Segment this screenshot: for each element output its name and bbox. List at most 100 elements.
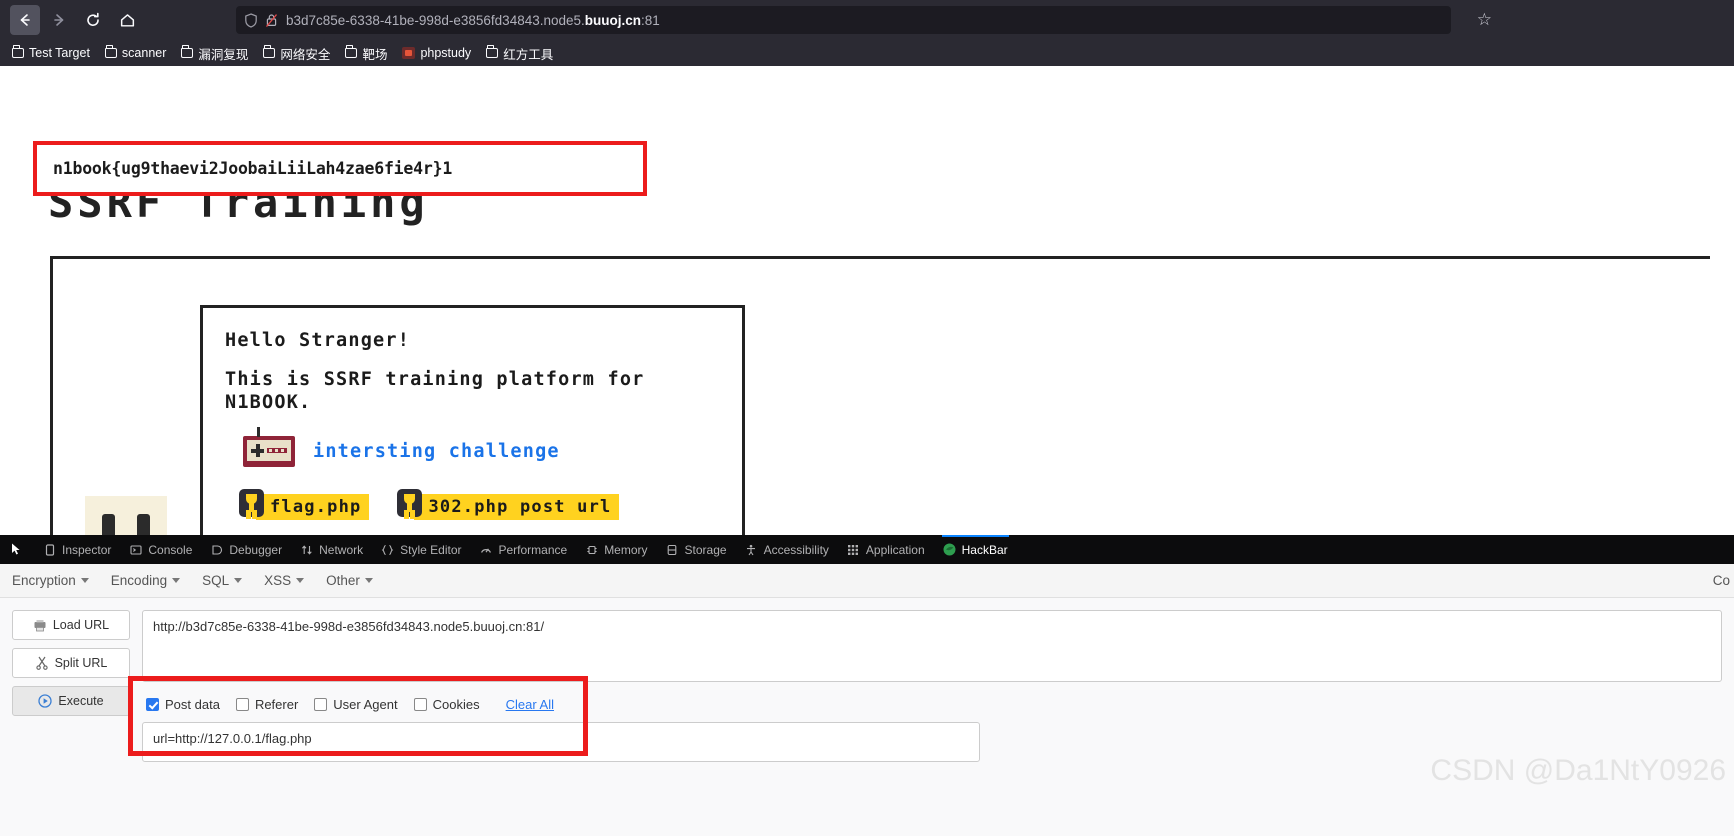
description-text: This is SSRF training platform for N1BOO… [225, 369, 645, 414]
button-label: Load URL [52, 618, 110, 632]
bookmark-label: 靶场 [362, 47, 388, 62]
tab-performance[interactable]: Performance [470, 535, 576, 564]
split-url-button[interactable]: Split URL [12, 648, 130, 678]
bookmark-item[interactable]: 红方工具 [480, 42, 559, 65]
tab-label: Console [148, 542, 193, 557]
url-input[interactable] [142, 610, 1722, 682]
clear-all-link[interactable]: Clear All [506, 697, 554, 712]
button-label: Split URL [54, 656, 108, 670]
button-label: Execute [58, 694, 104, 708]
tab-debugger[interactable]: Debugger [201, 535, 291, 564]
tab-style-editor[interactable]: Style Editor [372, 535, 470, 564]
bookmarks-bar: Test Target scanner 漏洞复现 网络安全 靶场 phpstud… [0, 40, 1734, 66]
menu-xss[interactable]: XSS [264, 573, 305, 588]
bookmark-label: 漏洞复现 [198, 47, 249, 62]
speech-bubble: Hello Stranger! This is SSRF training pl… [200, 305, 745, 535]
back-button[interactable] [10, 5, 40, 35]
bookmark-label: Test Target [29, 46, 90, 60]
checkbox-label: Post data [165, 697, 220, 712]
home-icon [120, 13, 134, 27]
tab-application[interactable]: Application [838, 535, 934, 564]
bookmark-item[interactable]: Test Target [6, 44, 96, 62]
url-prefix: b3d7c85e-6338-41be-998d-e3856fd34843.nod… [286, 12, 585, 28]
split-url-icon [35, 656, 49, 670]
bookmark-item[interactable]: phpstudy [396, 44, 477, 62]
post-data-checkbox[interactable]: Post data [146, 697, 220, 712]
folder-icon [345, 45, 358, 58]
post-data-input[interactable] [142, 722, 980, 762]
intersting-challenge-link[interactable]: intersting challenge [313, 441, 560, 462]
checkbox-box [413, 698, 427, 711]
bookmark-label: 红方工具 [503, 47, 554, 62]
hackbar-menubar: Encryption Encoding SQL XSS Other Co [0, 564, 1734, 598]
gamepad-icon [243, 427, 295, 468]
page-content: n1book{ug9thaevi2JoobaiLiiLah4zae6fie4r}… [0, 66, 1734, 535]
bookmark-item[interactable]: 靶场 [339, 42, 393, 65]
folder-icon [263, 45, 276, 58]
mascot-face [85, 496, 167, 535]
greeting-text: Hello Stranger! [225, 330, 411, 351]
302-php-link[interactable]: 302.php post url [414, 494, 620, 521]
tab-label: Network [319, 542, 364, 557]
tab-console[interactable]: Console [120, 535, 201, 564]
horizontal-divider [50, 256, 1710, 535]
challenge-link-row: intersting challenge [225, 427, 720, 468]
trophy-icon [239, 489, 264, 518]
home-button[interactable] [112, 5, 142, 35]
menu-encryption[interactable]: Encryption [12, 573, 89, 588]
hackbar-options-row: Post data Referer User Agent Cookies Cle… [142, 697, 1722, 712]
trophy-icon [397, 489, 423, 518]
checkbox-label: User Agent [333, 697, 398, 712]
tab-memory[interactable]: Memory [576, 535, 656, 564]
hackbar-body: Load URL Split URL Execute Post data [0, 598, 1734, 767]
tab-label: Performance [498, 542, 568, 557]
address-bar[interactable]: b3d7c85e-6338-41be-998d-e3856fd34843.nod… [236, 6, 1451, 34]
tab-network[interactable]: Network [291, 535, 372, 564]
url-port: :81 [641, 12, 660, 28]
flag-highlight-box: n1book{ug9thaevi2JoobaiLiiLah4zae6fie4r}… [33, 141, 647, 196]
execute-icon [38, 694, 53, 708]
cookies-checkbox[interactable]: Cookies [413, 697, 480, 712]
memory-icon [585, 543, 598, 556]
forward-arrow-icon [54, 14, 64, 26]
forward-button[interactable] [44, 5, 74, 35]
style-editor-icon [381, 543, 394, 556]
menu-encoding[interactable]: Encoding [111, 573, 181, 588]
bookmark-star-icon[interactable]: ☆ [1477, 10, 1492, 30]
tab-hackbar[interactable]: HackBar [934, 535, 1017, 564]
element-picker-icon[interactable] [4, 538, 30, 562]
execute-button[interactable]: Execute [12, 686, 130, 716]
reload-button[interactable] [78, 5, 108, 35]
checkbox-label: Cookies [432, 697, 480, 712]
load-url-icon [33, 618, 47, 632]
menu-sql[interactable]: SQL [202, 573, 243, 588]
menu-label: Encryption [12, 573, 76, 588]
tab-storage[interactable]: Storage [657, 535, 736, 564]
tab-accessibility[interactable]: Accessibility [736, 535, 838, 564]
user-agent-checkbox[interactable]: User Agent [314, 697, 398, 712]
browser-toolbar: b3d7c85e-6338-41be-998d-e3856fd34843.nod… [0, 0, 1734, 40]
checkbox-box [235, 698, 249, 711]
load-url-button[interactable]: Load URL [12, 610, 130, 640]
menu-other[interactable]: Other [326, 573, 373, 588]
hackbar-buttons: Load URL Split URL Execute [12, 610, 130, 767]
performance-icon [479, 543, 492, 556]
flag-link-item[interactable]: flag.php [239, 489, 370, 521]
chevron-down-icon [234, 578, 243, 583]
tab-label: Accessibility [763, 542, 829, 557]
watermark: CSDN @Da1NtY0926 [1430, 754, 1726, 787]
bookmark-label: 网络安全 [280, 47, 331, 62]
menu-label: SQL [202, 573, 230, 588]
tab-label: Storage [684, 542, 727, 557]
post-url-link-item[interactable]: 302.php post url [397, 489, 620, 521]
bookmark-item[interactable]: scanner [99, 44, 172, 62]
shield-icon [244, 12, 258, 28]
bookmark-item[interactable]: 漏洞复现 [175, 42, 254, 65]
url-text: b3d7c85e-6338-41be-998d-e3856fd34843.nod… [286, 13, 660, 28]
flag-php-link[interactable]: flag.php [256, 494, 370, 521]
folder-icon [181, 45, 194, 58]
referer-checkbox[interactable]: Referer [235, 697, 298, 712]
tab-inspector[interactable]: Inspector [34, 535, 120, 564]
menu-corner-label[interactable]: Co [1713, 573, 1730, 588]
bookmark-item[interactable]: 网络安全 [257, 42, 336, 65]
